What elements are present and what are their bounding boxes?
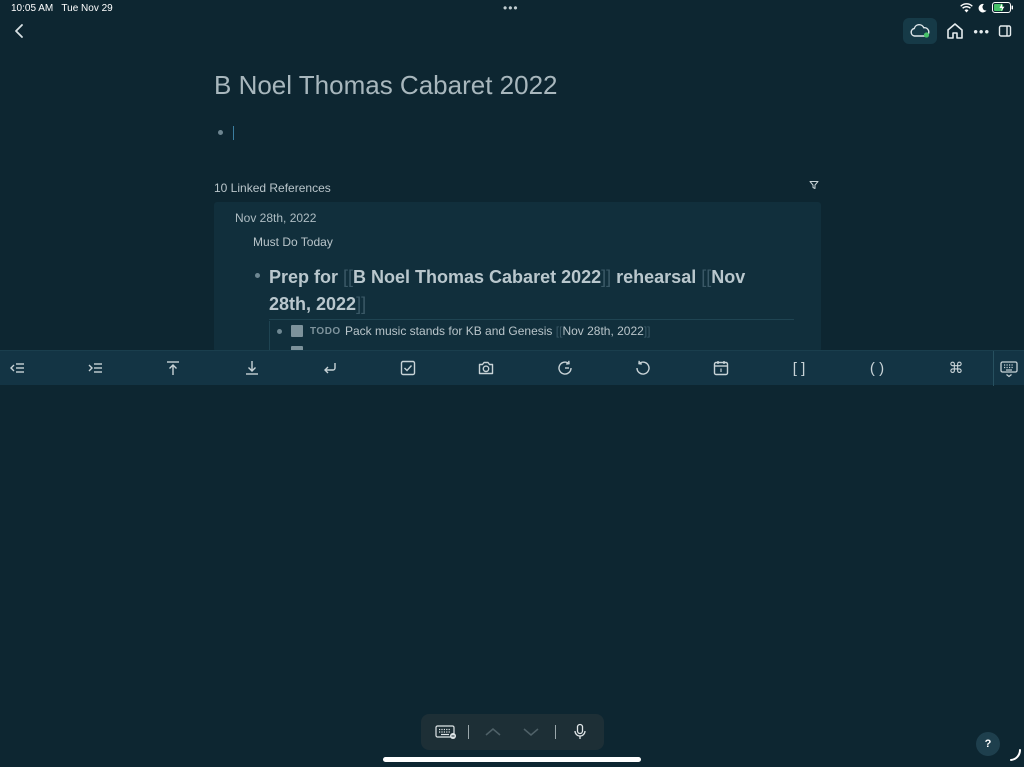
- home-icon[interactable]: [945, 21, 965, 41]
- reference-block-line-2[interactable]: 28th, 2022]]: [269, 294, 366, 315]
- block-bullet[interactable]: [277, 329, 282, 334]
- divider: [269, 319, 794, 320]
- move-up-icon: [167, 361, 179, 375]
- parens-icon: ( ): [869, 359, 885, 377]
- move-down-button[interactable]: [241, 357, 263, 379]
- hide-keyboard-button[interactable]: [993, 351, 1024, 386]
- multitask-dots[interactable]: •••: [503, 1, 519, 15]
- dictation-button[interactable]: [569, 722, 591, 742]
- next-field-button[interactable]: [520, 722, 542, 742]
- page-link: B Noel Thomas Cabaret 2022: [353, 267, 602, 287]
- undo-icon: [636, 360, 650, 375]
- chevron-up-icon: [485, 728, 501, 736]
- indent-button[interactable]: [84, 357, 106, 379]
- outdent-button[interactable]: [6, 357, 28, 379]
- chevron-down-icon: [523, 728, 539, 736]
- status-time: 10:05 AM Tue Nov 29: [11, 3, 113, 14]
- block-bullet[interactable]: [218, 130, 223, 135]
- reference-panel: Nov 28th, 2022 Must Do Today Prep for [[…: [214, 202, 821, 352]
- new-line-icon: [324, 363, 336, 374]
- todo-button[interactable]: [397, 357, 419, 379]
- home-indicator[interactable]: [383, 757, 641, 762]
- hide-keyboard-icon: [1000, 360, 1018, 377]
- cloud-sync-icon: [910, 23, 930, 38]
- battery-charging-icon: [992, 2, 1013, 13]
- back-button[interactable]: [12, 22, 28, 40]
- filter-icon[interactable]: [809, 180, 819, 190]
- chevron-left-icon: [15, 24, 23, 38]
- block-bullet[interactable]: [255, 273, 260, 278]
- child-guide-line: [269, 321, 270, 352]
- status-bar: 10:05 AM Tue Nov 29 •••: [0, 0, 1024, 18]
- todo-marker: TODO: [310, 326, 341, 337]
- moon-icon: [978, 3, 987, 12]
- todo-block-text[interactable]: Pack music stands for KB and Genesis [[N…: [345, 324, 651, 338]
- text-cursor: [233, 126, 234, 140]
- help-button[interactable]: ?: [976, 732, 1000, 756]
- parens-button[interactable]: ( ): [866, 357, 888, 379]
- cloud-sync-button[interactable]: [903, 18, 938, 44]
- camera-button[interactable]: [475, 357, 497, 379]
- page-link: Nov 28th, 2022: [562, 324, 644, 338]
- redo-button[interactable]: [554, 357, 576, 379]
- command-button[interactable]: ⌘: [945, 357, 967, 379]
- reference-page-link[interactable]: Nov 28th, 2022: [235, 211, 316, 225]
- pencil-hint-icon: [1010, 749, 1021, 761]
- calendar-icon: [713, 361, 729, 376]
- redo-icon: [558, 360, 572, 375]
- reference-breadcrumb[interactable]: Must Do Today: [253, 235, 333, 249]
- separator: [468, 725, 469, 739]
- todo-checkbox[interactable]: [291, 325, 303, 337]
- keyboard-button[interactable]: [435, 722, 457, 742]
- more-icon[interactable]: •••: [973, 24, 990, 39]
- linked-references-heading[interactable]: 10 Linked References: [214, 181, 331, 195]
- brackets-icon: [ ]: [792, 359, 806, 377]
- sidebar-toggle-icon[interactable]: [998, 24, 1012, 38]
- indent-icon: [88, 363, 102, 373]
- command-icon: ⌘: [948, 360, 964, 377]
- microphone-icon: [574, 723, 586, 739]
- todo-icon: [400, 360, 416, 376]
- separator: [555, 725, 556, 739]
- calendar-button[interactable]: [710, 357, 732, 379]
- wifi-icon: [960, 2, 973, 12]
- outdent-icon: [10, 363, 24, 373]
- brackets-button[interactable]: [ ]: [788, 357, 810, 379]
- keyboard-shortcut-bar: [421, 714, 604, 750]
- move-up-button[interactable]: [162, 357, 184, 379]
- header-actions: •••: [903, 18, 1012, 44]
- page-title[interactable]: B Noel Thomas Cabaret 2022: [214, 70, 558, 101]
- keyboard-icon: [435, 725, 456, 739]
- page-link: Nov: [711, 267, 746, 287]
- move-down-icon: [246, 361, 258, 375]
- page-link: 28th, 2022: [269, 294, 357, 314]
- camera-icon: [478, 361, 494, 375]
- new-line-button[interactable]: [319, 357, 341, 379]
- editing-toolbar: [ ] ( ) ⌘: [0, 350, 1024, 386]
- undo-button[interactable]: [632, 357, 654, 379]
- previous-field-button[interactable]: [482, 722, 504, 742]
- reference-block-line-1[interactable]: Prep for [[B Noel Thomas Cabaret 2022]] …: [269, 267, 745, 288]
